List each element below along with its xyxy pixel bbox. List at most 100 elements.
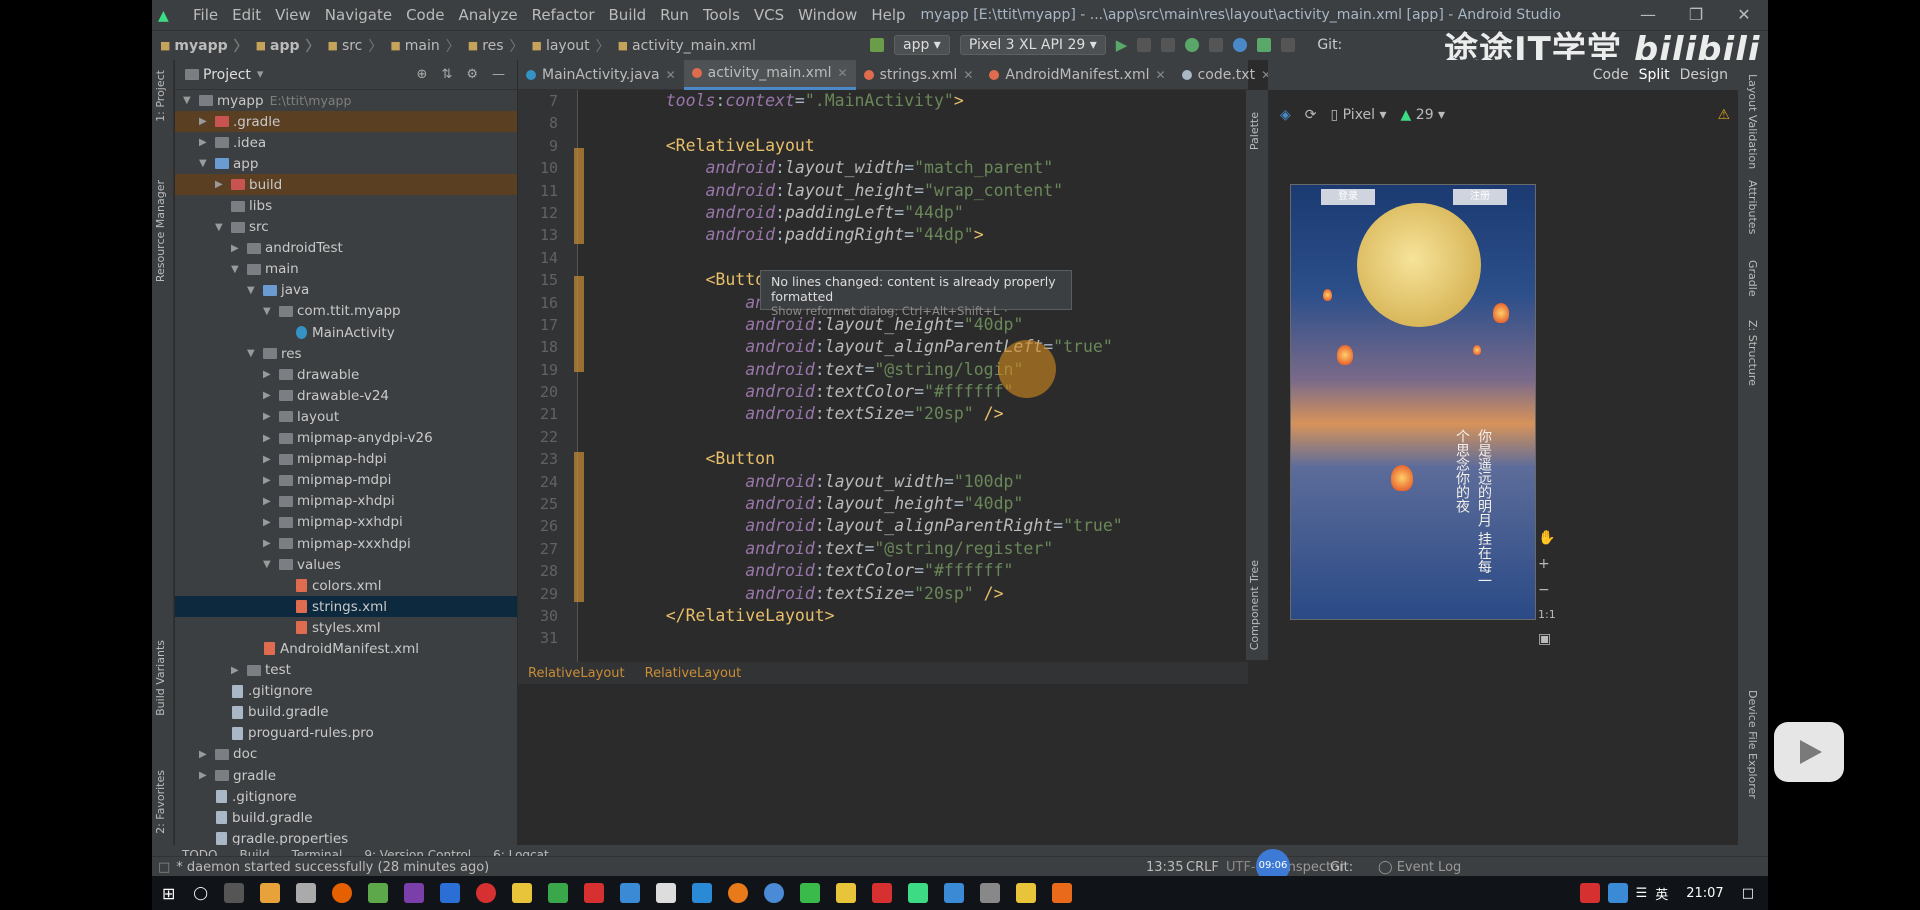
run-icon[interactable]: ▶ [1116, 36, 1128, 54]
tab-favorites[interactable]: 2: Favorites [154, 770, 167, 834]
tree-item[interactable]: ▶ mipmap-anydpi-v26 [175, 428, 517, 449]
project-view-select[interactable]: Project [203, 67, 251, 83]
menu-item-code[interactable]: Code [399, 6, 451, 24]
menu-item-view[interactable]: View [268, 6, 318, 24]
chevron-down-icon[interactable]: ▼ [263, 306, 277, 317]
run-config-select[interactable]: app ▾ [894, 35, 950, 55]
debug-icon[interactable] [1185, 38, 1200, 52]
chevron-down-icon[interactable]: ▼ [263, 559, 277, 570]
app-icon[interactable] [439, 883, 460, 903]
tree-item[interactable]: ▶ test [175, 660, 517, 681]
tree-item[interactable]: ▶ drawable [175, 364, 517, 385]
chevron-down-icon[interactable]: ▼ [231, 264, 245, 275]
profile-icon[interactable] [1233, 38, 1248, 52]
menu-item-tools[interactable]: Tools [696, 6, 747, 24]
menu-item-edit[interactable]: Edit [225, 6, 268, 24]
chrome-icon[interactable] [763, 883, 784, 903]
app-icon[interactable] [475, 883, 496, 903]
chevron-right-icon[interactable]: ▶ [263, 369, 277, 380]
breadcrumb-item[interactable]: ■ myapp 〉 [152, 36, 248, 56]
breadcrumb-item[interactable]: ■ src 〉 [320, 36, 383, 56]
app-icon[interactable] [619, 883, 640, 903]
breadcrumb-item[interactable]: ■ main 〉 [382, 36, 459, 56]
chevron-right-icon[interactable]: ▶ [263, 454, 277, 465]
mode-code[interactable]: Code [1593, 67, 1629, 83]
tree-item[interactable]: ▶ .gradle [175, 111, 517, 133]
chevron-down-icon[interactable]: ▼ [215, 222, 229, 233]
app-icon[interactable] [655, 883, 676, 903]
chevron-right-icon[interactable]: ▶ [199, 116, 213, 127]
breadcrumb-item[interactable]: ■ layout 〉 [524, 36, 610, 56]
menu-item-vcs[interactable]: VCS [747, 6, 791, 24]
mode-design[interactable]: Design [1680, 67, 1728, 83]
app-icon[interactable] [259, 883, 280, 903]
tree-item[interactable]: ▼ values [175, 554, 517, 575]
layers-icon[interactable]: ◈ [1280, 107, 1291, 123]
tree-item[interactable]: .gitignore [175, 786, 517, 807]
editor-tab[interactable]: MainActivity.java ✕ [518, 60, 684, 90]
xml-breadcrumb-item[interactable]: RelativeLayout [635, 666, 752, 681]
tree-item[interactable]: ▶ androidTest [175, 238, 517, 259]
warning-icon[interactable]: ⚠ [1717, 107, 1730, 123]
tree-item[interactable]: ▼ main [175, 259, 517, 280]
close-tab-icon[interactable]: ✕ [838, 66, 848, 80]
onenote-icon[interactable] [403, 883, 424, 903]
tray-icon[interactable] [1579, 883, 1600, 903]
mode-split[interactable]: Split [1639, 67, 1670, 83]
close-tab-icon[interactable]: ✕ [963, 68, 973, 82]
tree-item[interactable]: ▶ mipmap-xxxhdpi [175, 533, 517, 554]
tab-layout-validation[interactable]: Layout Validation [1746, 74, 1759, 169]
apply-changes-icon[interactable] [1137, 38, 1152, 52]
app-icon[interactable] [979, 883, 1000, 903]
tree-item[interactable]: ▼ java [175, 280, 517, 301]
tab-palette[interactable]: Palette [1248, 112, 1261, 150]
tree-item[interactable]: ▶ mipmap-mdpi [175, 470, 517, 491]
menu-item-analyze[interactable]: Analyze [451, 6, 524, 24]
menu-item-refactor[interactable]: Refactor [525, 6, 602, 24]
chevron-right-icon[interactable]: ▶ [263, 433, 277, 444]
chevron-right-icon[interactable]: ▶ [263, 475, 277, 486]
tree-item[interactable]: AndroidManifest.xml [175, 638, 517, 659]
chevron-down-icon[interactable]: ▼ [247, 348, 261, 359]
chevron-right-icon[interactable]: ▶ [263, 390, 277, 401]
app-icon[interactable] [943, 883, 964, 903]
tree-item[interactable]: styles.xml [175, 617, 517, 638]
chevron-down-icon[interactable]: ▼ [183, 95, 197, 106]
tab-structure[interactable]: Z: Structure [1746, 320, 1759, 386]
pan-icon[interactable]: ✋ [1538, 530, 1556, 546]
zoom-out-icon[interactable]: − [1538, 582, 1556, 598]
hide-panel-icon[interactable]: — [492, 67, 505, 82]
search-icon[interactable]: ◯ [193, 886, 208, 901]
video-play-icon[interactable] [1774, 722, 1844, 782]
breadcrumb-item[interactable]: ■ activity_main.xml [610, 36, 756, 56]
tree-item[interactable]: proguard-rules.pro [175, 723, 517, 744]
tree-item[interactable]: ▶ drawable-v24 [175, 385, 517, 406]
app-icon[interactable] [691, 883, 712, 903]
zoom-fit-icon[interactable]: ▣ [1538, 631, 1556, 647]
zoom-actual-size[interactable]: 1:1 [1538, 608, 1556, 621]
tree-item[interactable]: libs [175, 195, 517, 216]
tree-item[interactable]: colors.xml [175, 575, 517, 596]
status-toggle-icon[interactable]: □ [158, 860, 170, 875]
app-icon[interactable] [871, 883, 892, 903]
tree-item[interactable]: ▶ layout [175, 406, 517, 427]
calculator-icon[interactable] [295, 883, 316, 903]
event-log-tab[interactable]: ◯ Event Log [1378, 860, 1461, 875]
collapse-all-icon[interactable]: ⇅ [441, 67, 452, 82]
caret-position[interactable]: 13:35 [1146, 860, 1183, 875]
zoom-in-icon[interactable]: + [1538, 556, 1556, 572]
menu-item-navigate[interactable]: Navigate [318, 6, 399, 24]
chevron-right-icon[interactable]: ▶ [231, 243, 245, 254]
attach-debugger-icon[interactable] [1209, 38, 1224, 52]
tree-item[interactable]: ▼ res [175, 343, 517, 364]
chevron-right-icon[interactable]: ▶ [231, 665, 245, 676]
tree-item[interactable]: build.gradle [175, 807, 517, 828]
menu-item-window[interactable]: Window [791, 6, 864, 24]
breadcrumb-item[interactable]: ■ res 〉 [460, 36, 524, 56]
android-studio-taskbar-icon[interactable] [907, 883, 928, 903]
app-icon[interactable] [583, 883, 604, 903]
stop-icon[interactable] [1281, 38, 1296, 52]
chevron-down-icon[interactable]: ▼ [247, 285, 261, 296]
tree-item[interactable]: ▼ com.ttit.myapp [175, 301, 517, 322]
tree-item[interactable]: ▶ .idea [175, 132, 517, 153]
